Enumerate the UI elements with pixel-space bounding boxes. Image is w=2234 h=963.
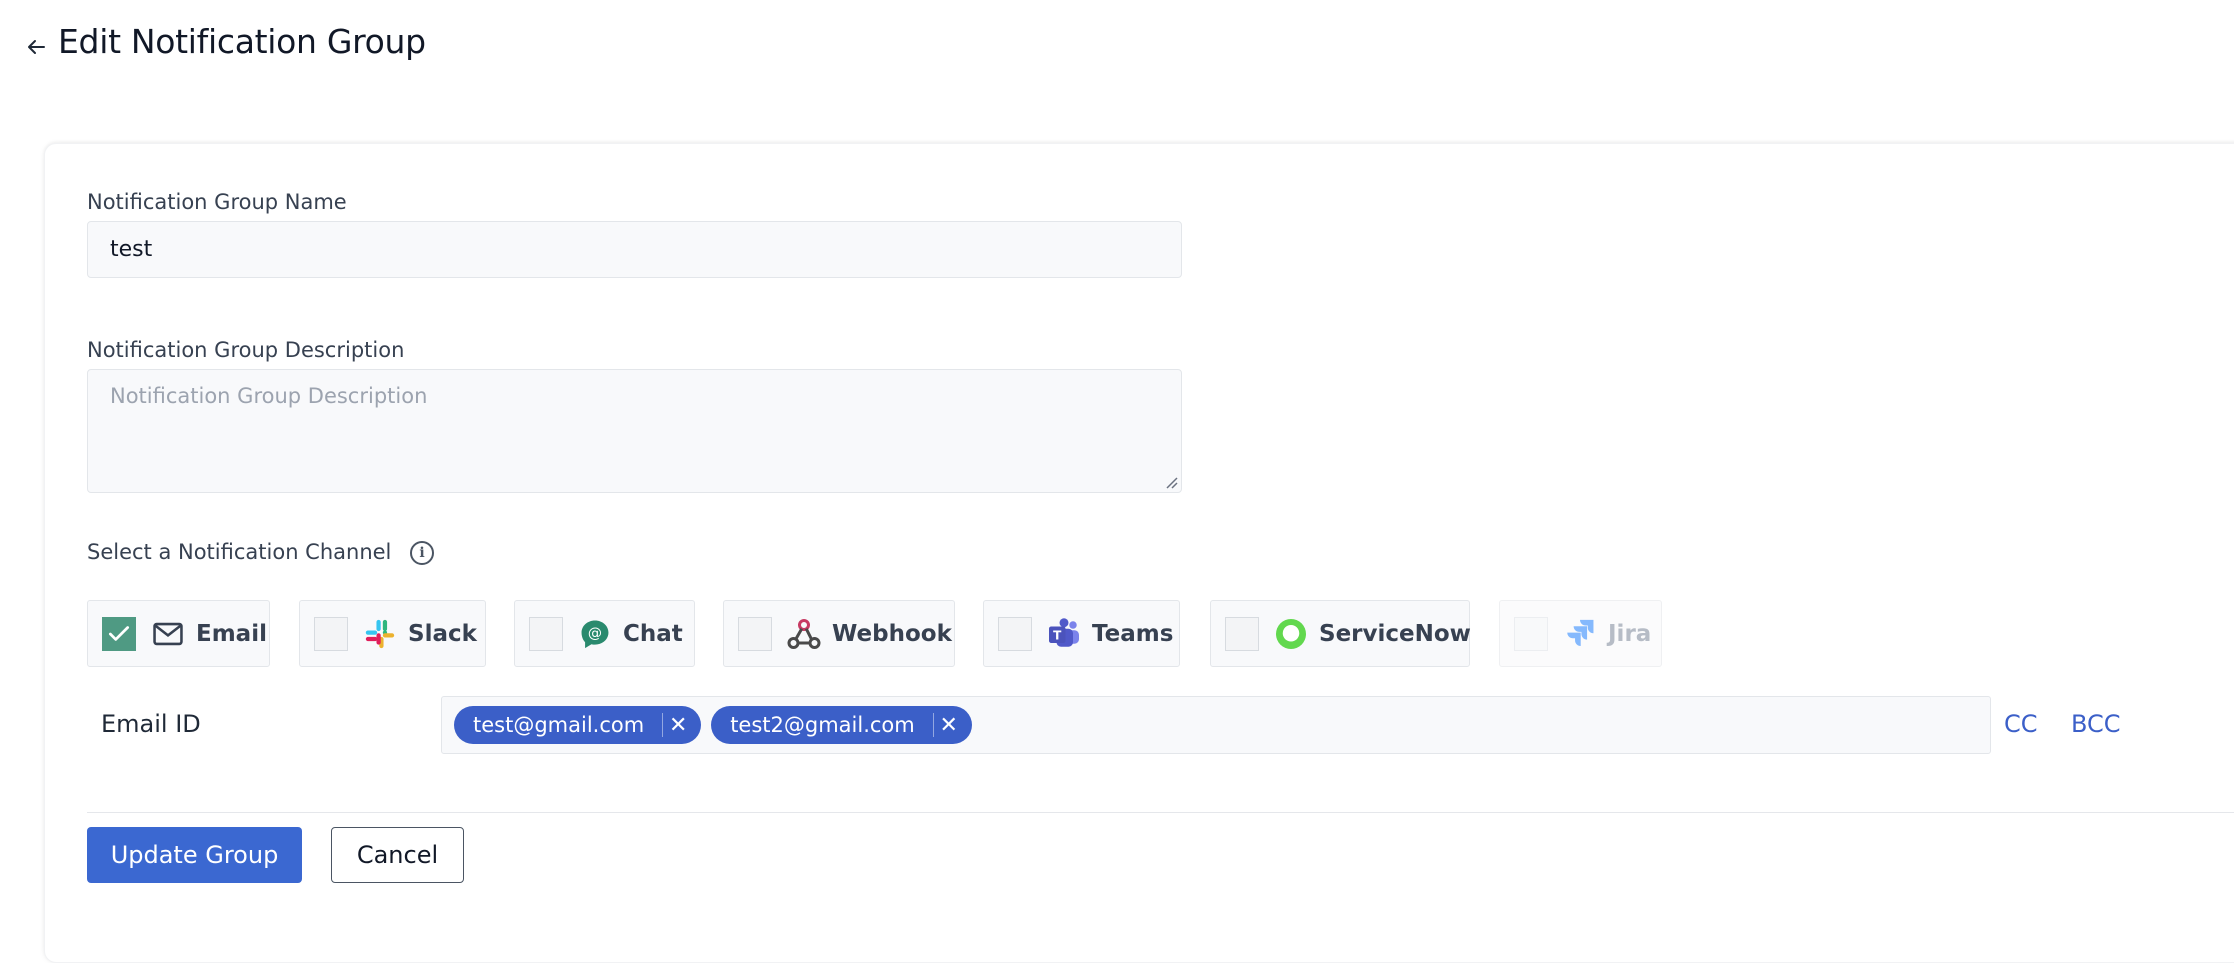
email-tag-text: test2@gmail.com — [730, 713, 915, 737]
channel-slack[interactable]: Slack — [299, 600, 486, 667]
channel-section-label: Select a Notification Channel i — [87, 540, 435, 565]
email-tag-text: test@gmail.com — [473, 713, 645, 737]
channel-chat[interactable]: @ Chat — [514, 600, 695, 667]
checkbox-disabled — [1514, 616, 1548, 651]
teams-icon: T — [1046, 616, 1082, 652]
channel-email[interactable]: Email — [87, 600, 270, 667]
email-tag: test2@gmail.com ✕ — [711, 706, 972, 744]
checkbox[interactable] — [314, 616, 348, 651]
info-icon[interactable]: i — [410, 541, 435, 565]
email-tag: test@gmail.com ✕ — [454, 706, 702, 744]
checkbox-checked[interactable] — [102, 616, 136, 651]
description-label: Notification Group Description — [87, 338, 405, 362]
description-textarea[interactable]: Notification Group Description — [87, 369, 1182, 493]
name-label: Notification Group Name — [87, 190, 347, 214]
svg-text:@: @ — [588, 625, 602, 641]
divider — [87, 812, 2234, 813]
channel-label: Teams — [1092, 620, 1174, 647]
channel-jira: Jira — [1499, 600, 1662, 667]
slack-icon — [362, 616, 398, 652]
back-arrow-icon[interactable] — [22, 33, 50, 61]
channel-label: Email — [196, 620, 267, 647]
channel-label: Slack — [408, 620, 477, 647]
channel-webhook[interactable]: Webhook — [723, 600, 955, 667]
channel-servicenow[interactable]: ServiceNow — [1210, 600, 1471, 667]
bcc-link[interactable]: BCC — [2071, 710, 2121, 738]
channel-label: ServiceNow — [1319, 620, 1471, 647]
channel-label-text: Select a Notification Channel — [87, 540, 392, 564]
email-tags-input[interactable]: test@gmail.com ✕ test2@gmail.com ✕ — [441, 696, 1991, 754]
check-icon — [108, 625, 130, 641]
servicenow-icon — [1273, 616, 1309, 652]
remove-tag-icon[interactable]: ✕ — [663, 710, 693, 740]
checkbox[interactable] — [529, 616, 563, 651]
resize-grip-icon[interactable] — [1164, 475, 1178, 489]
channel-teams[interactable]: T Teams — [983, 600, 1180, 667]
name-input-value: test — [110, 237, 153, 262]
checkbox[interactable] — [1225, 616, 1259, 651]
name-input[interactable]: test — [87, 221, 1182, 278]
description-placeholder: Notification Group Description — [110, 384, 428, 408]
channel-label: Jira — [1608, 620, 1652, 647]
email-id-label: Email ID — [101, 710, 201, 738]
mail-icon — [150, 616, 186, 652]
remove-tag-icon[interactable]: ✕ — [934, 710, 964, 740]
channel-label: Chat — [623, 620, 683, 647]
webhook-icon — [786, 616, 822, 652]
cancel-button[interactable]: Cancel — [331, 827, 464, 883]
cc-link[interactable]: CC — [2004, 710, 2038, 738]
page-header: Edit Notification Group — [22, 22, 426, 61]
checkbox[interactable] — [738, 616, 772, 651]
jira-icon — [1562, 616, 1598, 652]
page-title: Edit Notification Group — [58, 22, 426, 61]
checkbox[interactable] — [998, 616, 1032, 651]
google-chat-icon: @ — [577, 616, 613, 652]
channel-label: Webhook — [832, 620, 952, 647]
update-group-button[interactable]: Update Group — [87, 827, 302, 883]
svg-text:T: T — [1053, 628, 1062, 642]
